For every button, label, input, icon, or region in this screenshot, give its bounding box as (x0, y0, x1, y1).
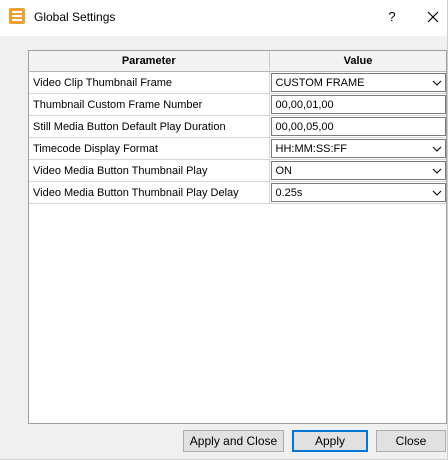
close-icon[interactable] (424, 8, 442, 26)
value-cell: 0.25s (269, 181, 446, 204)
value-cell: 00,00,05,00 (269, 115, 446, 138)
column-header-parameter[interactable]: Parameter (29, 51, 270, 72)
table-row: Video Media Button Thumbnail Play Delay … (29, 181, 446, 204)
value-cell: CUSTOM FRAME (269, 71, 446, 94)
global-settings-window: Global Settings ? Parameter Value Video … (0, 0, 448, 460)
select-value: HH:MM:SS:FF (275, 143, 348, 155)
settings-table: Parameter Value Video Clip Thumbnail Fra… (29, 51, 446, 204)
value-cell: HH:MM:SS:FF (269, 137, 446, 160)
value-cell: ON (269, 159, 446, 182)
parameter-name: Still Media Button Default Play Duration (29, 115, 270, 138)
chevron-down-icon (432, 146, 442, 152)
title-bar: Global Settings ? (0, 0, 447, 36)
parameter-name: Thumbnail Custom Frame Number (29, 93, 270, 116)
video-clip-thumbnail-frame-select[interactable]: CUSTOM FRAME (270, 73, 446, 92)
parameter-name: Timecode Display Format (29, 137, 270, 160)
thumbnail-play-delay-select[interactable]: 0.25s (270, 183, 446, 202)
table-row: Still Media Button Default Play Duration… (29, 115, 446, 138)
help-button[interactable]: ? (384, 8, 400, 26)
table-row: Thumbnail Custom Frame Number 00,00,01,0… (29, 93, 446, 116)
window-title: Global Settings (34, 10, 116, 24)
apply-button[interactable]: Apply (292, 430, 368, 452)
settings-table-panel: Parameter Value Video Clip Thumbnail Fra… (28, 50, 447, 424)
parameter-name: Video Media Button Thumbnail Play (29, 159, 270, 182)
chevron-down-icon (432, 168, 442, 174)
chevron-down-icon (432, 80, 442, 86)
table-row: Video Clip Thumbnail Frame CUSTOM FRAME (29, 71, 446, 94)
thumbnail-custom-frame-number-input[interactable]: 00,00,01,00 (270, 95, 446, 114)
column-header-value[interactable]: Value (269, 51, 446, 72)
timecode-display-format-select[interactable]: HH:MM:SS:FF (270, 139, 446, 158)
select-value: CUSTOM FRAME (275, 77, 365, 89)
close-button[interactable]: Close (376, 430, 446, 452)
select-value: 0.25s (275, 187, 303, 199)
value-cell: 00,00,01,00 (269, 93, 446, 116)
table-row: Video Media Button Thumbnail Play ON (29, 159, 446, 182)
input-value: 00,00,01,00 (275, 99, 334, 111)
table-header-row: Parameter Value (29, 51, 446, 72)
select-value: ON (275, 165, 293, 177)
settings-list-icon (9, 8, 25, 24)
input-value: 00,00,05,00 (275, 121, 334, 133)
table-row: Timecode Display Format HH:MM:SS:FF (29, 137, 446, 160)
thumbnail-play-select[interactable]: ON (270, 161, 446, 180)
parameter-name: Video Media Button Thumbnail Play Delay (29, 181, 270, 204)
apply-and-close-button[interactable]: Apply and Close (183, 430, 284, 452)
still-media-play-duration-input[interactable]: 00,00,05,00 (270, 117, 446, 136)
chevron-down-icon (432, 190, 442, 196)
parameter-name: Video Clip Thumbnail Frame (29, 71, 270, 94)
